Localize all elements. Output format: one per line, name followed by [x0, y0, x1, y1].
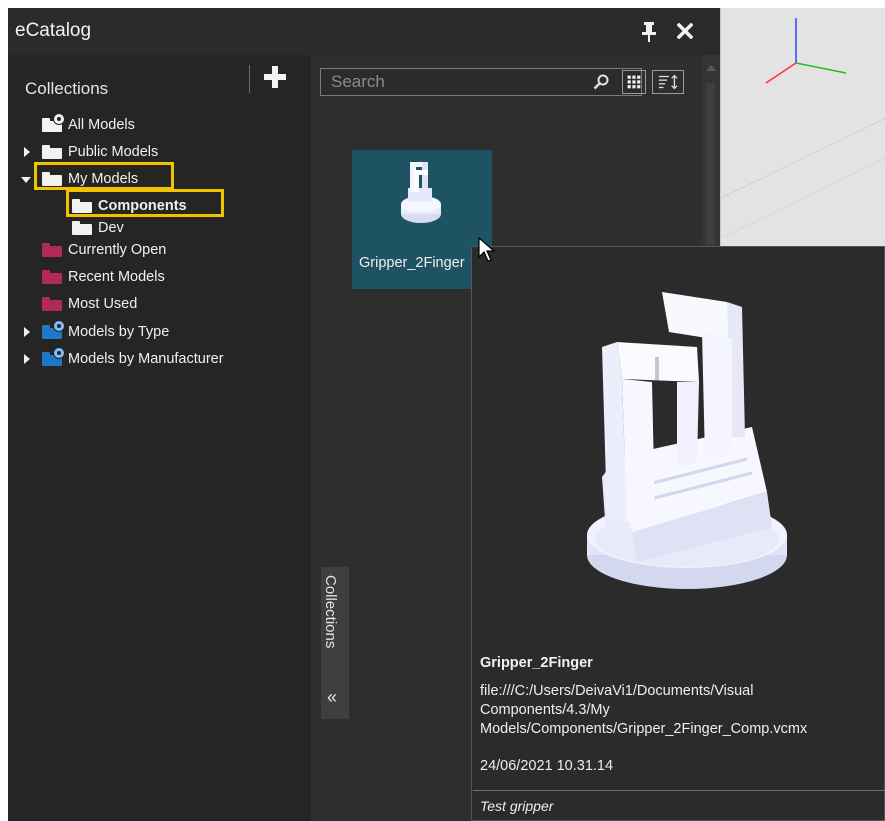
- tree-item-dev[interactable]: Dev: [72, 216, 124, 240]
- folder-gear-icon: [42, 348, 64, 366]
- model-tooltip: Gripper_2Finger file:///C:/Users/DeivaVi…: [471, 246, 885, 821]
- tree-item-all-models[interactable]: All Models: [42, 113, 135, 137]
- tree-item-label: Dev: [98, 220, 124, 236]
- search-icon[interactable]: [593, 74, 609, 90]
- tree-item-models-by-type[interactable]: Models by Type: [42, 320, 169, 344]
- collections-header: Collections: [25, 79, 109, 98]
- folder-icon: [42, 172, 62, 186]
- sort-icon[interactable]: [652, 70, 684, 94]
- grid-view-button[interactable]: [622, 70, 646, 94]
- collections-pane: Collections All Models Public Models My …: [8, 55, 311, 821]
- gripper-preview-image: [587, 292, 787, 589]
- gripper-thumbnail-icon: [401, 162, 441, 223]
- pin-icon[interactable]: [642, 22, 656, 42]
- add-collection-button[interactable]: [262, 64, 288, 90]
- tooltip-date: 24/06/2021 10.31.14: [480, 758, 614, 774]
- title-bar: eCatalog: [8, 8, 720, 55]
- folder-icon: [72, 221, 92, 235]
- tree-item-label: Components: [98, 198, 187, 214]
- panel-title: eCatalog: [15, 20, 92, 41]
- folder-icon: [42, 145, 62, 159]
- axis-gizmo-icon: [721, 18, 885, 239]
- collections-collapse-tab[interactable]: Collections «: [321, 567, 349, 719]
- mouse-cursor-icon: [478, 237, 496, 262]
- tree-item-label: My Models: [68, 171, 139, 187]
- tree-item-label: Most Used: [68, 296, 138, 312]
- scroll-up-arrow-icon[interactable]: [706, 65, 716, 71]
- folder-gear-icon: [42, 114, 64, 132]
- tooltip-model-name: Gripper_2Finger: [480, 655, 593, 671]
- folder-icon: [72, 199, 92, 213]
- tree-item-label: Recent Models: [68, 269, 165, 285]
- expand-caret-icon[interactable]: [24, 354, 30, 364]
- expand-caret-icon[interactable]: [24, 147, 30, 157]
- chevron-double-left-icon[interactable]: «: [327, 687, 337, 708]
- folder-gear-icon: [42, 321, 64, 339]
- tree-item-my-models[interactable]: My Models: [42, 167, 138, 191]
- scrollbar-thumb[interactable]: [706, 83, 715, 273]
- folder-icon: [42, 243, 62, 257]
- tree-item-recent-models[interactable]: Recent Models: [42, 265, 165, 289]
- 3d-viewport[interactable]: [720, 8, 885, 252]
- search-box[interactable]: [320, 68, 642, 96]
- tree-item-label: All Models: [68, 117, 135, 133]
- header-divider: [249, 65, 250, 93]
- tree-item-public-models[interactable]: Public Models: [42, 140, 158, 164]
- search-input[interactable]: [321, 69, 591, 95]
- expand-caret-icon[interactable]: [24, 327, 30, 337]
- tooltip-file-path: file:///C:/Users/DeivaVi1/Documents/Visu…: [480, 683, 808, 737]
- collections-tab-label: Collections: [322, 575, 339, 649]
- tree-item-most-used[interactable]: Most Used: [42, 292, 137, 316]
- tooltip-description: Test gripper: [480, 798, 554, 814]
- tree-item-label: Public Models: [68, 144, 159, 160]
- close-icon[interactable]: [677, 23, 693, 39]
- folder-icon: [42, 270, 62, 284]
- model-tile-label: Gripper_2Finger: [359, 255, 465, 271]
- collapse-caret-icon[interactable]: [21, 177, 31, 183]
- tree-item-label: Models by Type: [68, 324, 170, 340]
- tree-item-label: Currently Open: [68, 242, 167, 258]
- tree-item-models-by-manufacturer[interactable]: Models by Manufacturer: [42, 347, 224, 371]
- tree-item-currently-open[interactable]: Currently Open: [42, 238, 166, 262]
- folder-icon: [42, 297, 62, 311]
- tree-item-components[interactable]: Components: [72, 194, 187, 218]
- tree-item-label: Models by Manufacturer: [68, 351, 224, 367]
- tooltip-divider: [473, 790, 885, 791]
